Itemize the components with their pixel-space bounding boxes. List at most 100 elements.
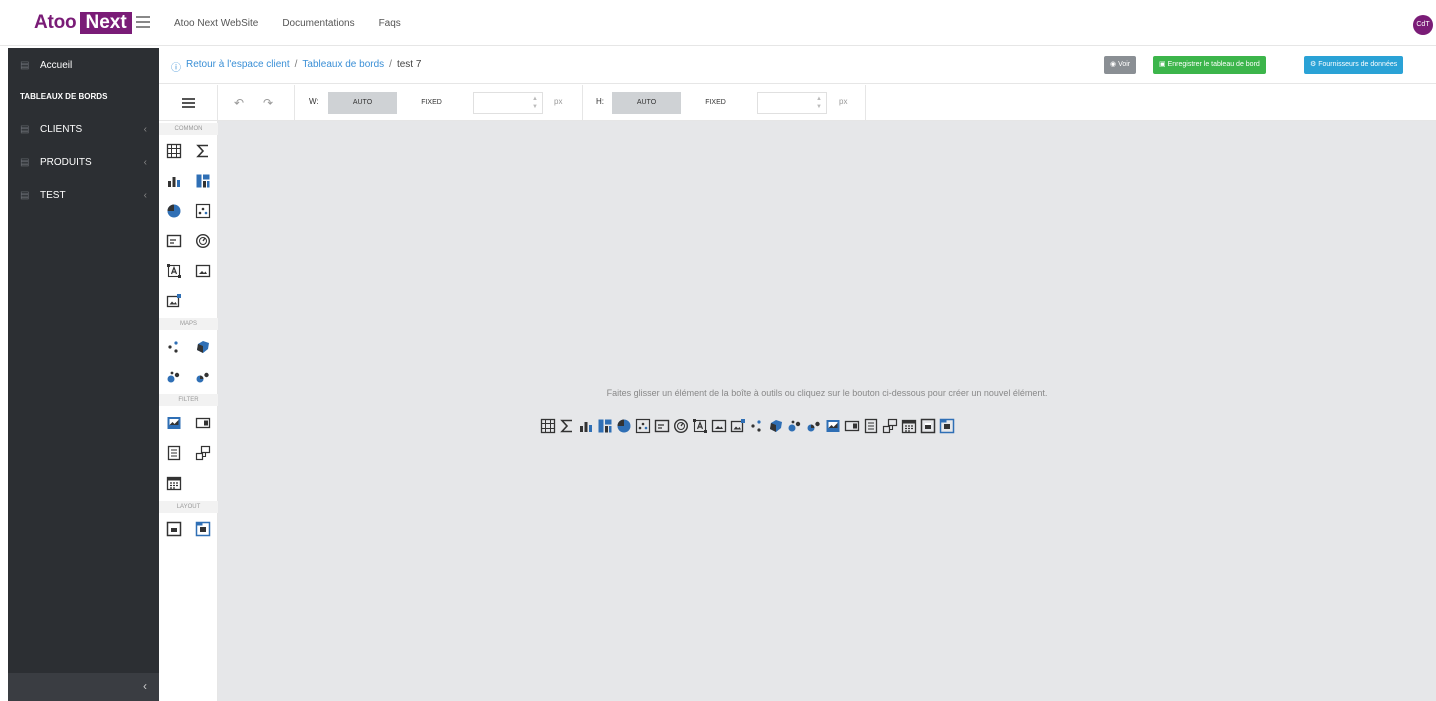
image-icon[interactable]: [195, 263, 211, 279]
top-navbar: Atoo Next Atoo Next WebSite Documentatio…: [0, 0, 1436, 46]
sidebar: ▤ Accueil TABLEAUX DE BORDS ▤ CLIENTS ‹ …: [8, 48, 159, 701]
chevron-left-icon: ‹: [143, 123, 147, 135]
text-box-icon[interactable]: [166, 263, 182, 279]
logo-text-atoo: Atoo: [34, 12, 77, 33]
menu-toggle-icon[interactable]: [136, 16, 150, 28]
treemap-icon[interactable]: [195, 173, 211, 189]
range-filter-icon[interactable]: [166, 415, 182, 431]
sidebar-item-label: PRODUITS: [40, 156, 92, 168]
gear-icon: ⚙: [1310, 61, 1317, 68]
toolbar-divider: [582, 85, 583, 121]
grid-icon[interactable]: [540, 418, 556, 434]
breadcrumb-separator: /: [294, 59, 298, 70]
palette-section-layout: LAYOUT: [159, 501, 218, 513]
bubble-map-icon[interactable]: [787, 418, 803, 434]
spinner-arrows-icon[interactable]: ▲ ▼: [532, 95, 538, 111]
logo-text-next: Next: [80, 12, 132, 34]
sidebar-item-label: Accueil: [40, 59, 73, 71]
breadcrumb-bar: ⓘ Retour à l'espace client / Tableaux de…: [159, 48, 1436, 84]
text-box-icon[interactable]: [692, 418, 708, 434]
view-button[interactable]: ◉ Voir: [1104, 56, 1137, 74]
dashboard-canvas[interactable]: Faites glisser un élément de la boîte à …: [218, 121, 1436, 701]
user-avatar[interactable]: CdT: [1413, 15, 1433, 35]
height-input[interactable]: ▲ ▼: [757, 92, 827, 114]
breadcrumb-back-link[interactable]: Retour à l'espace client: [186, 59, 290, 74]
info-icon: ⓘ: [171, 63, 181, 74]
bound-image-icon[interactable]: [730, 418, 746, 434]
palette-section-common: COMMON: [159, 123, 218, 135]
sidebar-item-accueil[interactable]: ▤ Accueil: [8, 50, 159, 80]
grid-icon[interactable]: [166, 143, 182, 159]
treemap-icon[interactable]: [597, 418, 613, 434]
width-input[interactable]: ▲ ▼: [473, 92, 543, 114]
toolbox-menu-button[interactable]: [159, 85, 218, 121]
width-auto-button[interactable]: AUTO: [328, 92, 397, 114]
scatter-icon[interactable]: [635, 418, 651, 434]
sidebar-item-test[interactable]: ▤ TEST ‹: [8, 180, 159, 210]
hamburger-icon: [181, 98, 195, 108]
gauge-icon[interactable]: [195, 233, 211, 249]
list-box-icon[interactable]: [166, 445, 182, 461]
sum-icon[interactable]: [559, 418, 575, 434]
bubble-map-icon[interactable]: [166, 369, 182, 385]
image-icon[interactable]: [711, 418, 727, 434]
sidebar-item-clients[interactable]: ▤ CLIENTS ‹: [8, 114, 159, 144]
tab-container-icon[interactable]: [195, 521, 211, 537]
card-icon[interactable]: [166, 233, 182, 249]
height-auto-button[interactable]: AUTO: [612, 92, 681, 114]
tab-container-icon[interactable]: [939, 418, 955, 434]
undo-icon[interactable]: ↶: [234, 96, 244, 110]
date-filter-icon[interactable]: [166, 475, 182, 491]
bar-chart-icon[interactable]: [578, 418, 594, 434]
dashboard-icon: ▤: [20, 123, 30, 135]
width-label: W:: [309, 97, 319, 106]
tree-view-icon[interactable]: [195, 445, 211, 461]
pie-map-icon[interactable]: [195, 369, 211, 385]
designer-toolbar: ↶ ↷ W: AUTO FIXED ▲ ▼ px H: AUTO FIXED ▲ ▼…: [159, 85, 1436, 121]
palette-section-maps: MAPS: [159, 318, 218, 330]
bound-image-icon[interactable]: [166, 293, 182, 309]
sidebar-item-label: TEST: [40, 189, 66, 201]
save-dashboard-button[interactable]: ▣ Enregistrer le tableau de bord: [1153, 56, 1266, 74]
group-icon[interactable]: [166, 521, 182, 537]
nav-link-documentations[interactable]: Documentations: [282, 18, 354, 29]
choropleth-icon[interactable]: [768, 418, 784, 434]
width-fixed-button[interactable]: FIXED: [397, 92, 466, 114]
combo-box-icon[interactable]: [195, 415, 211, 431]
card-icon[interactable]: [654, 418, 670, 434]
nav-link-faqs[interactable]: Faqs: [379, 18, 401, 29]
eye-icon: ◉: [1110, 61, 1117, 68]
combo-box-icon[interactable]: [844, 418, 860, 434]
range-filter-icon[interactable]: [825, 418, 841, 434]
pie-map-icon[interactable]: [806, 418, 822, 434]
pie-chart-icon[interactable]: [166, 203, 182, 219]
date-filter-icon[interactable]: [901, 418, 917, 434]
choropleth-icon[interactable]: [195, 339, 211, 355]
breadcrumb-separator: /: [389, 59, 392, 70]
collapse-sidebar-icon[interactable]: ‹: [143, 679, 147, 693]
bar-chart-icon[interactable]: [166, 173, 182, 189]
app-logo[interactable]: Atoo Next: [34, 12, 132, 34]
dashboard-icon: ▤: [20, 156, 30, 168]
chevron-left-icon: ‹: [143, 189, 147, 201]
breadcrumb-dashboards-link[interactable]: Tableaux de bords: [302, 59, 384, 74]
list-box-icon[interactable]: [863, 418, 879, 434]
group-icon[interactable]: [920, 418, 936, 434]
top-nav-links: Atoo Next WebSite Documentations Faqs: [174, 18, 401, 29]
sidebar-item-produits[interactable]: ▤ PRODUITS ‹: [8, 147, 159, 177]
sum-icon[interactable]: [195, 143, 211, 159]
breadcrumb-current: test 7: [396, 59, 422, 70]
geo-points-icon[interactable]: [166, 339, 182, 355]
data-providers-button[interactable]: ⚙ Fournisseurs de données: [1304, 56, 1404, 74]
height-fixed-button[interactable]: FIXED: [681, 92, 750, 114]
scatter-icon[interactable]: [195, 203, 211, 219]
dashboard-icon: ▤: [20, 189, 30, 201]
dashboard-icon: ▤: [20, 59, 30, 71]
redo-icon[interactable]: ↷: [263, 96, 273, 110]
nav-link-website[interactable]: Atoo Next WebSite: [174, 18, 258, 29]
pie-chart-icon[interactable]: [616, 418, 632, 434]
gauge-icon[interactable]: [673, 418, 689, 434]
geo-points-icon[interactable]: [749, 418, 765, 434]
spinner-arrows-icon[interactable]: ▲ ▼: [816, 95, 822, 111]
tree-view-icon[interactable]: [882, 418, 898, 434]
